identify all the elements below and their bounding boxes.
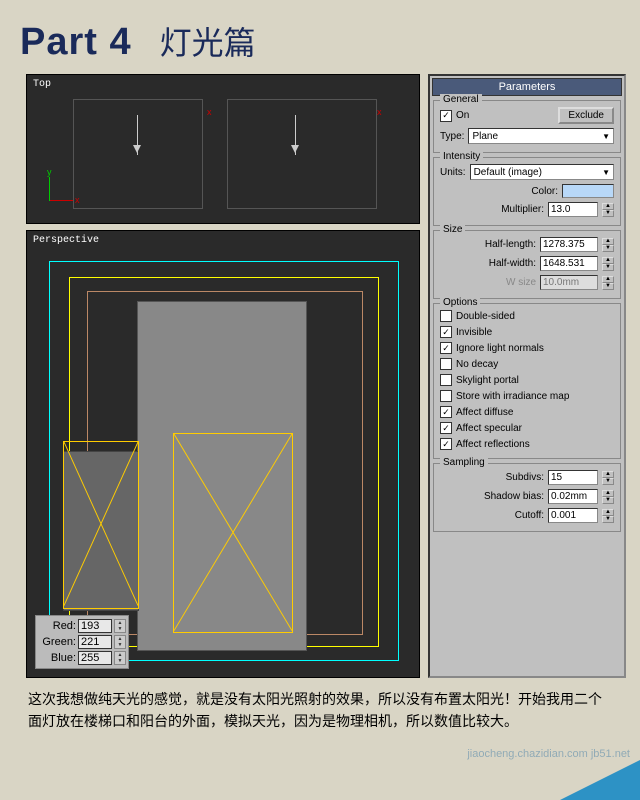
color-hud: Red: ▲▼ Green: ▲▼ Blue: ▲▼ [35, 615, 129, 669]
option-checkbox[interactable] [440, 390, 452, 402]
option-checkbox[interactable] [440, 438, 452, 450]
corner-triangle-icon [560, 760, 640, 800]
option-label: Invisible [456, 327, 492, 338]
type-select[interactable]: Plane [468, 128, 614, 144]
subdivs-label: Subdivs: [506, 472, 544, 483]
viewport-top[interactable]: Top x x x y [26, 74, 420, 224]
page-title-sub: 灯光篇 [160, 18, 256, 64]
option-checkbox[interactable] [440, 422, 452, 434]
spinner-icon: ▲▼ [602, 276, 614, 290]
group-size-title: Size [440, 224, 465, 235]
spinner-icon[interactable]: ▲▼ [114, 619, 126, 633]
light-arrow-icon [295, 115, 296, 155]
spinner-icon[interactable]: ▲▼ [114, 635, 126, 649]
group-general: General On Exclude Type: Plane [433, 100, 621, 153]
w-size-input [540, 275, 598, 290]
type-label: Type: [440, 131, 464, 142]
units-label: Units: [440, 167, 466, 178]
option-label: Double-sided [456, 311, 515, 322]
half-width-label: Half-width: [489, 258, 536, 269]
on-checkbox[interactable] [440, 110, 452, 122]
option-checkbox[interactable] [440, 342, 452, 354]
w-size-label: W size [506, 277, 536, 288]
axis-gizmo: x y [37, 173, 77, 213]
axis-y-icon [49, 177, 50, 201]
group-size: Size Half-length: ▲▼ Half-width: ▲▼ W si… [433, 230, 621, 299]
color-label: Color: [531, 186, 558, 197]
color-swatch[interactable] [562, 184, 614, 198]
spinner-icon[interactable]: ▲▼ [602, 490, 614, 504]
group-options: Options Double-sidedInvisibleIgnore ligh… [433, 303, 621, 459]
group-sampling: Sampling Subdivs: ▲▼ Shadow bias: ▲▼ Cut… [433, 463, 621, 532]
units-select[interactable]: Default (image) [470, 164, 614, 180]
option-label: Store with irradiance map [456, 391, 569, 402]
cutoff-input[interactable] [548, 508, 598, 523]
option-checkbox[interactable] [440, 374, 452, 386]
group-sampling-title: Sampling [440, 457, 488, 468]
option-checkbox[interactable] [440, 310, 452, 322]
on-label: On [456, 110, 469, 121]
shadow-bias-input[interactable] [548, 489, 598, 504]
option-label: Skylight portal [456, 375, 519, 386]
caption-text: 这次我想做纯天光的感觉，就是没有太阳光照射的效果，所以没有布置太阳光！开始我用二… [0, 678, 640, 743]
hud-blue-input[interactable] [78, 651, 112, 665]
wire-rect [227, 99, 377, 209]
persp-content [27, 231, 419, 677]
axis-marker: x [377, 107, 382, 117]
option-label: Affect reflections [456, 439, 530, 450]
option-checkbox[interactable] [440, 358, 452, 370]
axis-marker: x [207, 107, 212, 117]
option-label: Affect specular [456, 423, 522, 434]
spinner-icon[interactable]: ▲▼ [602, 257, 614, 271]
subdivs-input[interactable] [548, 470, 598, 485]
exclude-button[interactable]: Exclude [558, 107, 614, 124]
multiplier-label: Multiplier: [501, 204, 544, 215]
top-view-content: x x [27, 75, 419, 223]
spinner-icon[interactable]: ▲▼ [602, 509, 614, 523]
multiplier-input[interactable] [548, 202, 598, 217]
viewports-column: Top x x x y Perspective [26, 74, 420, 678]
hud-red-label: Red: [38, 620, 76, 632]
viewport-perspective[interactable]: Perspective Red: ▲▼ [26, 230, 420, 678]
hud-green-label: Green: [38, 636, 76, 648]
half-length-label: Half-length: [485, 239, 536, 250]
axis-y-label: y [47, 167, 52, 177]
option-label: Affect diffuse [456, 407, 513, 418]
hud-red-input[interactable] [78, 619, 112, 633]
parameters-panel: Parameters General On Exclude Type: Plan… [428, 74, 626, 678]
spinner-icon[interactable]: ▲▼ [602, 203, 614, 217]
group-intensity-title: Intensity [440, 151, 483, 162]
cutoff-label: Cutoff: [515, 510, 544, 521]
axis-x-icon [49, 200, 73, 201]
spinner-icon[interactable]: ▲▼ [602, 238, 614, 252]
spinner-icon[interactable]: ▲▼ [114, 651, 126, 665]
option-label: No decay [456, 359, 498, 370]
spinner-icon[interactable]: ▲▼ [602, 471, 614, 485]
option-label: Ignore light normals [456, 343, 544, 354]
watermark-text: jiaocheng.chazidian.com jb51.net [467, 748, 630, 760]
light-plane-gizmo[interactable] [63, 441, 139, 609]
group-general-title: General [440, 94, 482, 105]
option-checkbox[interactable] [440, 326, 452, 338]
axis-x-label: x [75, 195, 80, 205]
half-width-input[interactable] [540, 256, 598, 271]
light-plane-gizmo[interactable] [173, 433, 293, 633]
half-length-input[interactable] [540, 237, 598, 252]
light-arrow-icon [137, 115, 138, 155]
option-checkbox[interactable] [440, 406, 452, 418]
page-title-part: Part 4 [20, 21, 132, 64]
group-intensity: Intensity Units: Default (image) Color: … [433, 157, 621, 226]
group-options-title: Options [440, 297, 480, 308]
hud-green-input[interactable] [78, 635, 112, 649]
shadow-bias-label: Shadow bias: [484, 491, 544, 502]
hud-blue-label: Blue: [38, 652, 76, 664]
